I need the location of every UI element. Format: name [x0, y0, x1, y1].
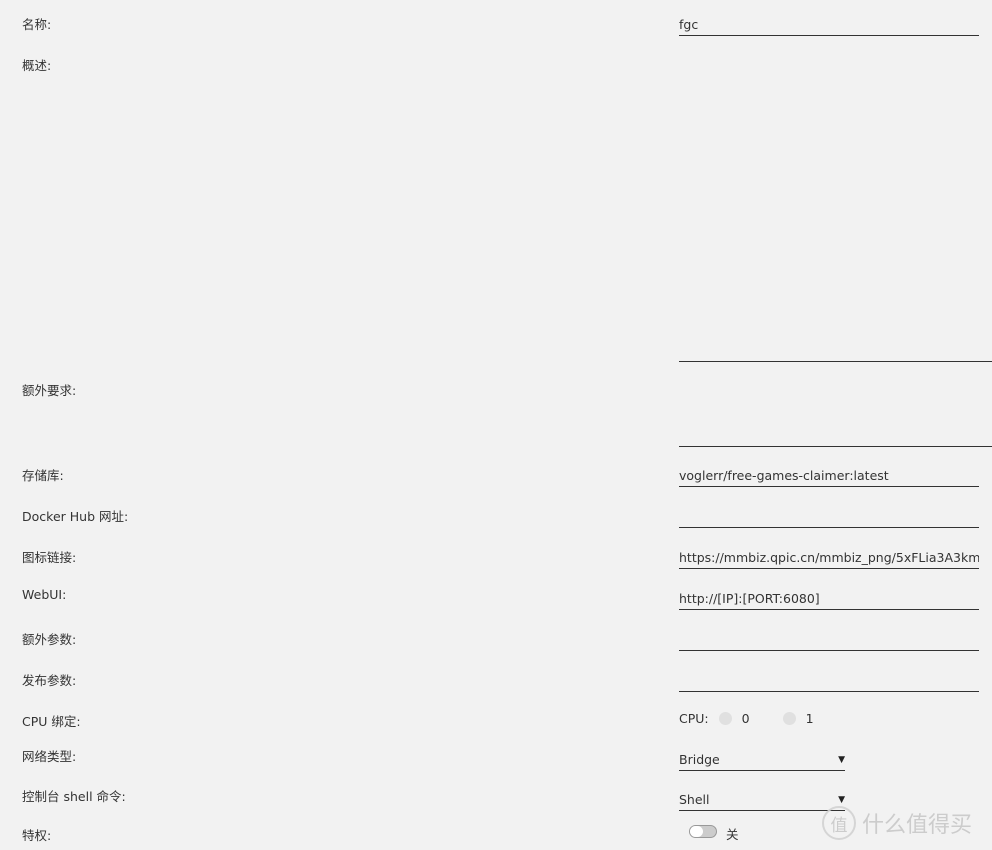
cpu-label: CPU: [679, 711, 709, 726]
description-textarea[interactable] [679, 45, 992, 362]
extra-requirements-label: 额外要求: [22, 383, 77, 398]
cpu-1-checkbox[interactable] [782, 712, 796, 725]
webui-label: WebUI: [22, 587, 67, 602]
privileged-state: 关 [726, 827, 739, 842]
extra-requirements-textarea[interactable] [679, 366, 992, 447]
icon-url-input[interactable]: https://mmbiz.qpic.cn/mmbiz_png/5xFLia3A… [679, 548, 979, 569]
network-type-select[interactable]: Bridge ▼ [679, 750, 845, 771]
post-params-label: 发布参数: [22, 673, 77, 688]
privileged-label: 特权: [22, 828, 52, 843]
webui-input[interactable]: http://[IP]:[PORT:6080] [679, 589, 979, 610]
console-shell-select[interactable]: Shell ▼ [679, 790, 845, 811]
console-shell-label: 控制台 shell 命令: [22, 789, 126, 804]
watermark: 值 什么值得买 [822, 806, 972, 840]
network-type-value: Bridge [679, 752, 720, 767]
dockerhub-url-label: Docker Hub 网址: [22, 509, 129, 524]
cpu-pinning-group: CPU: 0 1 [679, 711, 814, 726]
extra-params-label: 额外参数: [22, 632, 77, 647]
icon-url-label: 图标链接: [22, 550, 77, 565]
repository-input[interactable]: voglerr/free-games-claimer:latest [679, 466, 979, 487]
dropdown-arrow-icon: ▼ [838, 755, 845, 765]
cpu-pinning-label: CPU 绑定: [22, 714, 81, 729]
watermark-text: 什么值得买 [862, 813, 973, 838]
network-type-label: 网络类型: [22, 749, 77, 764]
extra-params-input[interactable] [679, 630, 979, 651]
dockerhub-url-input[interactable] [679, 507, 979, 528]
name-label: 名称: [22, 17, 52, 32]
console-shell-value: Shell [679, 792, 710, 807]
cpu-0-label: 0 [741, 711, 750, 726]
name-input[interactable]: fgc [679, 15, 979, 36]
cpu-0-checkbox[interactable] [718, 712, 732, 725]
toggle-knob [690, 826, 703, 837]
cpu-1-label: 1 [805, 711, 814, 726]
post-params-input[interactable] [679, 671, 979, 692]
repository-label: 存储库: [22, 468, 64, 483]
description-label: 概述: [22, 58, 52, 73]
privileged-toggle[interactable] [689, 825, 717, 838]
watermark-logo-icon: 值 [822, 806, 856, 840]
